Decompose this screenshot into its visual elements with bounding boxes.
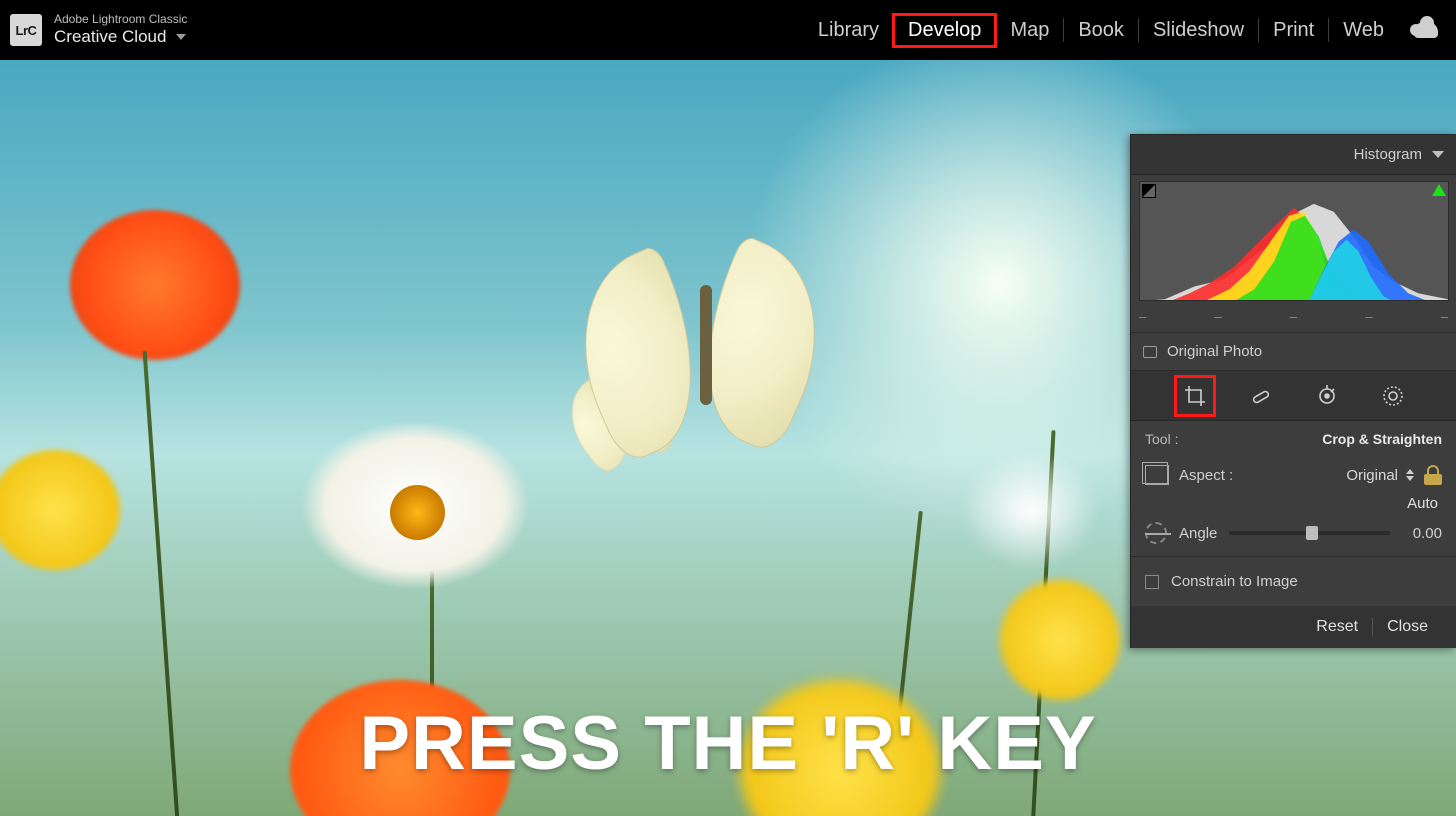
aspect-row: Aspect : Original <box>1131 457 1456 491</box>
app-logo-icon: LrC <box>10 14 42 46</box>
photo-flower <box>70 210 240 360</box>
tool-strip <box>1131 371 1456 421</box>
reset-button[interactable]: Reset <box>1302 618 1372 636</box>
angle-row: Angle 0.00 <box>1131 514 1456 556</box>
photo-flower <box>0 450 120 570</box>
top-bar: LrC Adobe Lightroom Classic Creative Clo… <box>0 0 1456 60</box>
histogram-container <box>1131 175 1456 305</box>
tick: – <box>1139 309 1146 324</box>
stepper-arrows-icon <box>1406 469 1414 481</box>
cloud-plan[interactable]: Creative Cloud <box>54 27 187 47</box>
constrain-row[interactable]: Constrain to Image <box>1131 556 1456 606</box>
tool-label: Tool : <box>1145 431 1178 447</box>
module-switcher: Library Develop Map Book Slideshow Print… <box>804 15 1438 46</box>
brand-text: Adobe Lightroom Classic Creative Cloud <box>54 13 187 46</box>
redeye-tool-icon[interactable] <box>1313 382 1341 410</box>
tool-name-row: Tool : Crop & Straighten <box>1131 421 1456 457</box>
module-web[interactable]: Web <box>1329 15 1398 46</box>
cloud-sync-icon[interactable] <box>1414 22 1438 38</box>
crop-tool-icon[interactable] <box>1181 382 1209 410</box>
module-print[interactable]: Print <box>1259 15 1328 46</box>
constrain-label: Constrain to Image <box>1171 573 1298 590</box>
aspect-lock-icon[interactable] <box>1424 465 1442 485</box>
module-map[interactable]: Map <box>996 15 1063 46</box>
module-slideshow[interactable]: Slideshow <box>1139 15 1258 46</box>
auto-label: Auto <box>1407 495 1438 512</box>
tutorial-overlay-text: PRESS THE 'R' KEY <box>0 700 1456 787</box>
histogram-header[interactable]: Histogram <box>1131 135 1456 175</box>
original-photo-checkbox[interactable] <box>1143 346 1157 358</box>
photo-butterfly <box>580 230 840 490</box>
histogram-ticks: – – – – – <box>1131 305 1456 332</box>
aspect-value: Original <box>1346 467 1398 484</box>
brand-block: LrC Adobe Lightroom Classic Creative Clo… <box>10 13 187 46</box>
original-photo-row[interactable]: Original Photo <box>1131 332 1456 371</box>
angle-label: Angle <box>1179 525 1217 542</box>
angle-slider[interactable] <box>1229 531 1390 535</box>
tick: – <box>1441 309 1448 324</box>
photo-flower <box>960 450 1100 570</box>
photo-flower-center <box>390 485 445 540</box>
develop-right-panel: Histogram – – – – – Original Photo <box>1130 134 1456 648</box>
masking-tool-icon[interactable] <box>1379 382 1407 410</box>
healing-tool-icon[interactable] <box>1247 382 1275 410</box>
aspect-icon[interactable] <box>1145 465 1169 485</box>
active-tool-name: Crop & Straighten <box>1322 431 1442 447</box>
close-button[interactable]: Close <box>1373 618 1442 636</box>
photo-flower <box>1000 580 1120 700</box>
module-develop[interactable]: Develop <box>894 15 995 46</box>
constrain-checkbox[interactable] <box>1145 575 1159 589</box>
aspect-dropdown[interactable]: Original <box>1346 467 1414 484</box>
slider-knob[interactable] <box>1306 526 1318 540</box>
original-photo-label: Original Photo <box>1167 343 1262 360</box>
chevron-down-icon <box>176 34 186 40</box>
tick: – <box>1214 309 1221 324</box>
histogram-svg <box>1140 182 1448 301</box>
auto-row[interactable]: Auto <box>1131 491 1456 514</box>
tick: – <box>1365 309 1372 324</box>
panel-footer: Reset Close <box>1131 606 1456 648</box>
aspect-label: Aspect : <box>1179 467 1233 484</box>
straighten-icon[interactable] <box>1145 522 1167 544</box>
cloud-plan-label: Creative Cloud <box>54 27 166 47</box>
angle-value[interactable]: 0.00 <box>1402 525 1442 542</box>
module-library[interactable]: Library <box>804 15 893 46</box>
tick: – <box>1290 309 1297 324</box>
histogram-display[interactable] <box>1139 181 1449 301</box>
chevron-down-icon <box>1432 151 1444 158</box>
module-book[interactable]: Book <box>1064 15 1138 46</box>
histogram-label: Histogram <box>1354 146 1422 163</box>
product-name: Adobe Lightroom Classic <box>54 13 187 27</box>
